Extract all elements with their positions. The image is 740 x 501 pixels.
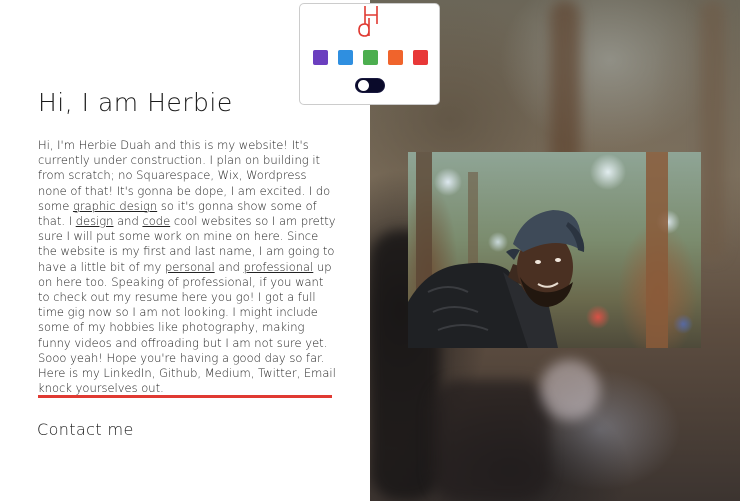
section-divider: [38, 395, 332, 398]
red-swatch[interactable]: [413, 50, 428, 65]
profile-photo-illustration: [408, 152, 668, 348]
green-swatch[interactable]: [363, 50, 378, 65]
profile-photo: [408, 152, 701, 348]
purple-swatch[interactable]: [313, 50, 328, 65]
orange-swatch[interactable]: [388, 50, 403, 65]
graphic-design-link[interactable]: graphic design: [73, 199, 157, 213]
toggle-knob: [358, 80, 369, 91]
bio-text: up on here too. Speaking of professional…: [38, 259, 336, 396]
blue-swatch[interactable]: [338, 50, 353, 65]
design-link[interactable]: design: [76, 214, 114, 228]
professional-link[interactable]: professional: [244, 260, 314, 274]
hd-logo-icon[interactable]: [355, 4, 385, 40]
code-link[interactable]: code: [142, 214, 170, 228]
bio-text: and: [214, 259, 244, 274]
color-swatches: [313, 50, 428, 65]
contact-me-link[interactable]: Contact me: [37, 420, 134, 439]
bio-text: and: [113, 214, 143, 229]
dark-mode-toggle[interactable]: [355, 78, 385, 93]
theme-picker: [299, 3, 440, 105]
page: Hi, I am Herbie Hi, I'm Herbie Duah and …: [0, 0, 740, 501]
bio-paragraph: Hi, I'm Herbie Duah and this is my websi…: [38, 138, 338, 396]
personal-link[interactable]: personal: [165, 260, 215, 274]
page-title: Hi, I am Herbie: [38, 88, 233, 117]
